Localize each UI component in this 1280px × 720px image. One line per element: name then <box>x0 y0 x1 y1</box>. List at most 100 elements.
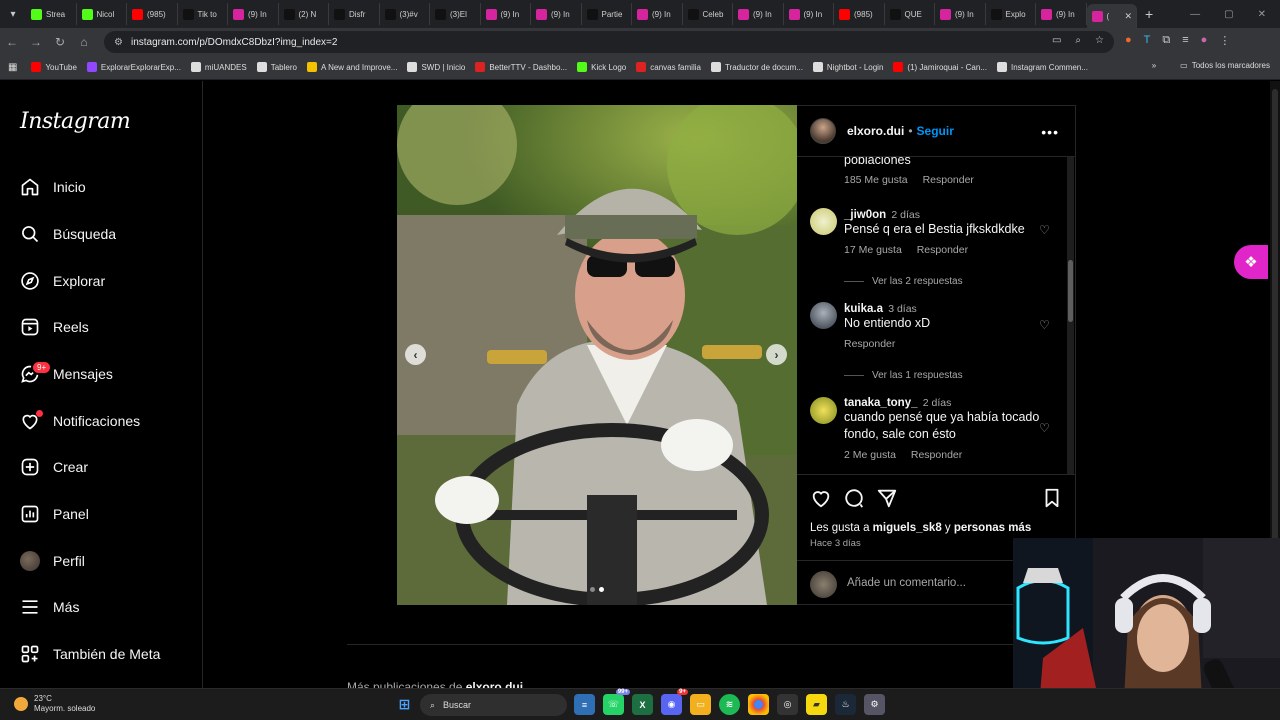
browser-tab[interactable]: Disfr <box>329 3 380 25</box>
sidebar-item-más[interactable]: Más <box>20 595 79 619</box>
reload-button[interactable]: ↻ <box>48 35 72 49</box>
steam-icon[interactable]: ♨ <box>835 694 856 715</box>
liked-by-summary[interactable]: Les gusta a miguels_sk8 y personas más <box>810 522 1031 534</box>
browser-tab[interactable]: QUE <box>885 3 935 25</box>
tab-search-icon[interactable]: ▾ <box>0 0 26 28</box>
url-input[interactable]: ⚙ instagram.com/p/DOmdxC8DbzI?img_index=… <box>104 31 1114 53</box>
instagram-logo[interactable]: Instagram <box>20 109 131 134</box>
extension-fox-icon[interactable]: ● <box>1125 34 1132 47</box>
share-send-icon[interactable] <box>876 487 898 509</box>
bookmark-item[interactable]: canvas familia <box>636 62 701 72</box>
close-tab-icon[interactable]: ✕ <box>1124 11 1132 22</box>
like-heart-icon[interactable] <box>810 487 832 509</box>
home-button[interactable]: ⌂ <box>72 35 96 49</box>
sidebar-item-búsqueda[interactable]: Búsqueda <box>20 222 116 246</box>
liked-by-user[interactable]: miguels_sk8 <box>873 522 942 534</box>
browser-tab[interactable]: Celeb <box>683 3 733 25</box>
sidebar-item-perfil[interactable]: Perfil <box>20 549 85 573</box>
author-avatar[interactable] <box>810 118 836 144</box>
comment-username[interactable]: kuika.a <box>844 303 883 315</box>
browser-tab[interactable]: (9) In <box>935 3 986 25</box>
windows-start-icon[interactable]: ⊞ <box>394 694 415 715</box>
comments-scrollbar[interactable] <box>1067 157 1074 474</box>
bookmark-item[interactable]: miUANDES <box>190 62 247 72</box>
carousel-next-button[interactable]: › <box>766 344 787 365</box>
browser-tab[interactable]: (9) In <box>784 3 834 25</box>
new-tab-button[interactable]: + <box>1145 6 1153 22</box>
all-bookmarks-folder[interactable]: » ▭ Todos los marcadores <box>1152 61 1270 70</box>
bookmark-item[interactable]: YouTube <box>31 62 77 72</box>
liked-by-others[interactable]: personas más <box>954 522 1031 534</box>
post-image[interactable]: ‹ › <box>397 105 797 605</box>
bookmark-item[interactable]: Kick Logo <box>577 62 626 72</box>
comment-likes[interactable]: 2 Me gusta <box>844 449 896 461</box>
comment-bubble-icon[interactable] <box>843 487 865 509</box>
back-button[interactable]: ← <box>0 35 24 49</box>
bookmark-item[interactable]: SWD | Inicio <box>407 62 465 72</box>
bookmark-item[interactable]: Tablero <box>256 62 297 72</box>
browser-tab[interactable]: (985) <box>834 3 885 25</box>
view-replies-button[interactable]: Ver las 1 respuestas <box>844 370 963 381</box>
excel-icon[interactable]: X <box>632 694 653 715</box>
browser-tab[interactable]: (9) In <box>228 3 279 25</box>
reply-button[interactable]: Responder <box>917 244 968 256</box>
comments-list[interactable]: poblaciones 185 Me gusta Responder _jiw0… <box>797 157 1076 474</box>
sidebar-item-también-de-meta[interactable]: También de Meta <box>20 642 160 666</box>
post-time-ago[interactable]: Hace 3 días <box>810 538 861 549</box>
commenter-avatar[interactable] <box>810 302 837 329</box>
file-explorer-icon[interactable]: ▭ <box>690 694 711 715</box>
comment-likes[interactable]: 185 Me gusta <box>844 174 908 186</box>
forward-button[interactable]: → <box>24 35 48 49</box>
browser-tab[interactable]: (9) In <box>1036 3 1087 25</box>
browser-tab[interactable]: (3)El <box>430 3 481 25</box>
sidebar-item-inicio[interactable]: Inicio <box>20 175 86 199</box>
profile-avatar-icon[interactable]: ● <box>1201 34 1208 47</box>
obs-icon[interactable]: ◎ <box>777 694 798 715</box>
browser-tab[interactable]: Nicol <box>77 3 127 25</box>
comment-username[interactable]: _jiw0on <box>844 209 886 221</box>
bookmark-item[interactable]: Nightbot - Login <box>812 62 883 72</box>
extensions-puzzle-icon[interactable]: ⧉ <box>1162 34 1170 47</box>
carousel-prev-button[interactable]: ‹ <box>405 344 426 365</box>
author-username[interactable]: elxoro.dui <box>847 124 904 138</box>
floating-extension-icon[interactable]: ❖ <box>1234 245 1268 279</box>
like-comment-heart-icon[interactable]: ♡ <box>1039 318 1050 332</box>
sidebar-item-mensajes[interactable]: 9+ Mensajes <box>20 360 113 386</box>
browser-tab[interactable]: (✕ <box>1086 4 1137 28</box>
scroll-thumb[interactable] <box>1068 260 1073 322</box>
commenter-avatar[interactable] <box>810 397 837 424</box>
bookmark-item[interactable]: Traductor de docum... <box>710 62 803 72</box>
commenter-avatar[interactable] <box>810 208 837 235</box>
taskbar-search[interactable]: ⌕ Buscar <box>420 694 567 716</box>
browser-tab[interactable]: (9) In <box>632 3 683 25</box>
reading-list-icon[interactable]: ≡ <box>1182 34 1188 47</box>
sidebar-item-reels[interactable]: Reels <box>20 315 89 339</box>
comment-likes[interactable]: 17 Me gusta <box>844 244 902 256</box>
bookmark-item[interactable]: Instagram Commen... <box>997 62 1088 72</box>
sidebar-item-explorar[interactable]: Explorar <box>20 269 105 293</box>
more-options-icon[interactable]: ••• <box>1041 124 1059 140</box>
view-replies-button[interactable]: Ver las 2 respuestas <box>844 276 963 287</box>
chrome-menu-icon[interactable]: ⋮ <box>1219 34 1230 47</box>
browser-tab[interactable]: (2) N <box>279 3 329 25</box>
bookmark-item[interactable]: ExplorarExplorarExp... <box>86 62 181 72</box>
minimize-icon[interactable]: — <box>1190 9 1200 20</box>
browser-tab[interactable]: Explo <box>986 3 1036 25</box>
maximize-icon[interactable]: ▢ <box>1224 9 1233 20</box>
spotify-icon[interactable]: ≋ <box>719 694 740 715</box>
sidebar-item-notificaciones[interactable]: Notificaciones <box>20 409 140 433</box>
browser-tab[interactable]: Partie <box>582 3 632 25</box>
sidebar-item-crear[interactable]: Crear <box>20 455 88 479</box>
site-info-icon[interactable]: ⚙ <box>114 37 123 48</box>
save-bookmark-icon[interactable] <box>1041 487 1063 509</box>
zoom-icon[interactable]: ⌕ <box>1075 35 1081 46</box>
bookmark-star-icon[interactable]: ☆ <box>1095 35 1104 46</box>
comment-username[interactable]: tanaka_tony_ <box>844 397 918 409</box>
settings-gear-icon[interactable]: ⚙ <box>864 694 885 715</box>
cast-icon[interactable]: ▭ <box>1052 35 1061 46</box>
follow-button[interactable]: Seguir <box>917 124 954 138</box>
browser-tab[interactable]: (9) In <box>733 3 784 25</box>
bookmark-item[interactable]: BetterTTV - Dashbo... <box>475 62 567 72</box>
browser-tab[interactable]: Tik to <box>178 3 228 25</box>
extension-translate-icon[interactable]: T <box>1144 34 1151 47</box>
